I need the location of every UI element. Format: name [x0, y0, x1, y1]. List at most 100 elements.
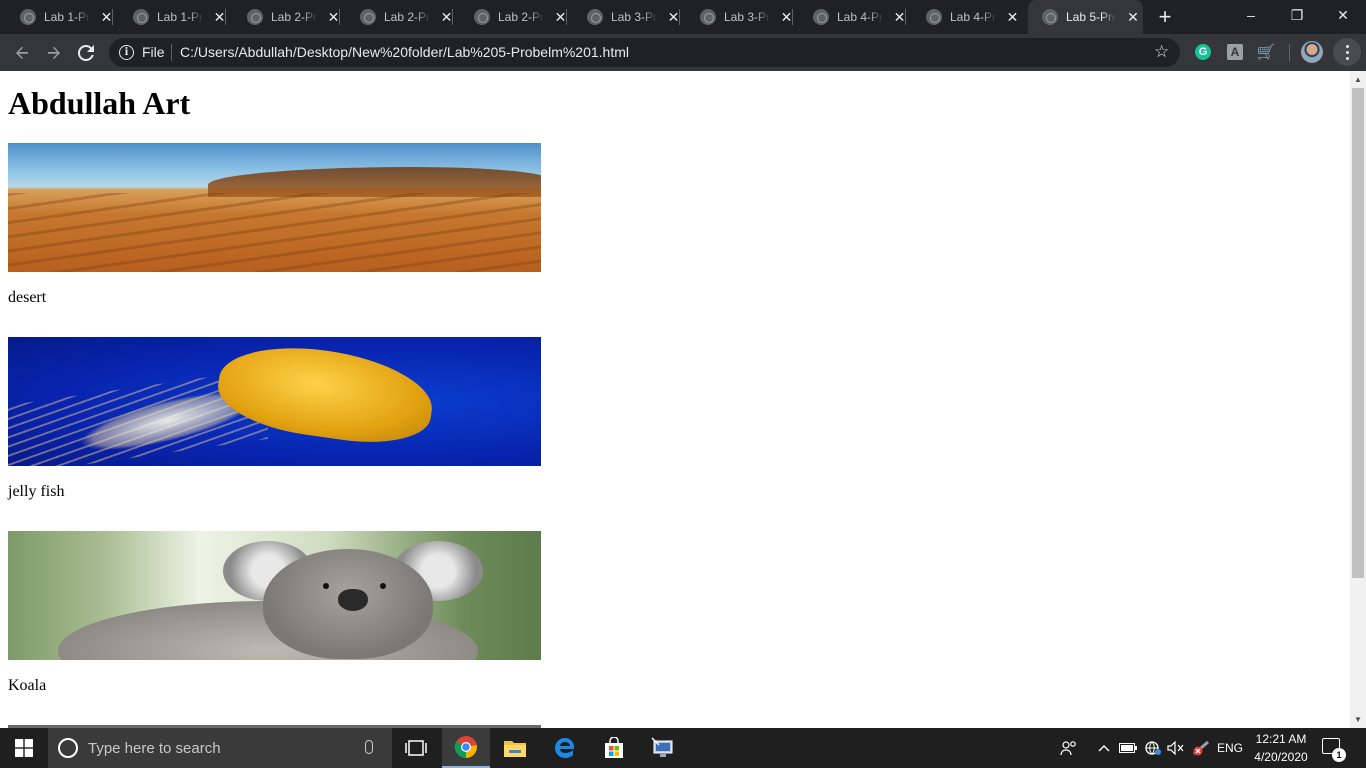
- page-heading: Abdullah Art: [8, 85, 191, 121]
- globe-icon: [360, 9, 376, 25]
- network-app-button[interactable]: [639, 728, 687, 768]
- tab-title: Lab 4-Pro: [837, 10, 884, 24]
- scroll-up-arrow-icon[interactable]: ▲: [1350, 71, 1366, 88]
- task-view-icon: [405, 740, 427, 756]
- url-text[interactable]: C:/Users/Abdullah/Desktop/New%20folder/L…: [180, 44, 629, 60]
- chrome-menu-button[interactable]: [1333, 38, 1361, 66]
- windows-logo-icon: [15, 739, 33, 757]
- globe-icon: [926, 9, 942, 25]
- reload-button[interactable]: [72, 39, 100, 67]
- cart-extension-icon[interactable]: 🛒: [1257, 44, 1276, 61]
- menu-dot: [1345, 56, 1349, 60]
- network-tray-button[interactable]: [1142, 728, 1164, 768]
- page-content: Abdullah Art desert jelly fish Koala: [0, 71, 1350, 728]
- info-icon[interactable]: i: [119, 45, 134, 60]
- globe-icon: [1042, 9, 1058, 25]
- image-caption: jelly fish: [8, 483, 65, 500]
- show-hidden-icons-button[interactable]: [1094, 728, 1114, 768]
- koala-image: [8, 531, 541, 660]
- koala-eye: [323, 583, 329, 589]
- file-explorer-icon: [504, 741, 526, 757]
- vertical-scrollbar[interactable]: ▲ ▼: [1350, 71, 1366, 728]
- tab-title: Lab 2-Pro: [271, 10, 318, 24]
- tab[interactable]: Lab 4-Pro ✕: [906, 0, 1019, 34]
- edge-button[interactable]: [541, 728, 589, 768]
- tab-separator: [225, 9, 226, 25]
- scroll-down-arrow-icon[interactable]: ▼: [1350, 711, 1366, 728]
- people-button[interactable]: [1058, 728, 1080, 768]
- forward-button[interactable]: [40, 39, 68, 67]
- network-app-icon: [651, 737, 673, 757]
- clock-time: 12:21 AM: [1255, 732, 1307, 746]
- globe-icon: [474, 9, 490, 25]
- notification-count-badge: 1: [1332, 748, 1346, 762]
- koala-nose: [338, 589, 368, 611]
- tab-title: Lab 3-Pro: [724, 10, 771, 24]
- tab-strip: Lab 1-Pro ✕ Lab 1-Pro ✕ Lab 2-Pro ✕ Lab …: [0, 0, 1366, 34]
- tab[interactable]: Lab 2-Pro ✕: [340, 0, 453, 34]
- edge-icon: [555, 738, 574, 758]
- globe-icon: [247, 9, 263, 25]
- windows-taskbar: Type here to search ENG 12:21 AM 4/20/20…: [0, 728, 1366, 768]
- tab-title: Lab 3-Pro: [611, 10, 658, 24]
- tab[interactable]: Lab 2-Pro ✕: [454, 0, 567, 34]
- microphone-icon[interactable]: [365, 740, 373, 754]
- close-tab-icon[interactable]: ✕: [1126, 10, 1140, 24]
- minimize-button[interactable]: –: [1228, 0, 1274, 30]
- globe-icon: [813, 9, 829, 25]
- new-tab-button[interactable]: +: [1153, 4, 1177, 29]
- tab[interactable]: Lab 1-Pro ✕: [0, 0, 113, 34]
- profile-avatar[interactable]: [1301, 41, 1323, 63]
- back-button[interactable]: [8, 39, 36, 67]
- antivirus-button[interactable]: [1190, 728, 1212, 768]
- tab[interactable]: Lab 3-Pro ✕: [567, 0, 680, 34]
- tab[interactable]: Lab 1-Pro ✕: [113, 0, 226, 34]
- tab-active[interactable]: Lab 5-Pro ✕: [1028, 0, 1143, 34]
- grammarly-extension-icon[interactable]: G: [1195, 44, 1211, 60]
- arrow-left-icon: [16, 46, 28, 59]
- scrollbar-thumb[interactable]: [1352, 88, 1364, 578]
- menu-dot: [1345, 44, 1349, 48]
- close-window-button[interactable]: ✕: [1320, 0, 1366, 30]
- scheme-label: File: [142, 44, 165, 60]
- tab-title: Lab 2-Pro: [498, 10, 545, 24]
- start-button[interactable]: [0, 728, 48, 768]
- battery-button[interactable]: [1118, 728, 1138, 768]
- task-view-button[interactable]: [392, 728, 440, 768]
- globe-icon: [700, 9, 716, 25]
- browser-toolbar: i File C:/Users/Abdullah/Desktop/New%20f…: [0, 34, 1366, 71]
- taskbar-clock[interactable]: 12:21 AM 4/20/2020: [1248, 730, 1314, 766]
- tab-title: Lab 4-Pro: [950, 10, 997, 24]
- tab[interactable]: Lab 4-Pro ✕: [793, 0, 906, 34]
- globe-icon: [587, 9, 603, 25]
- globe-icon: [20, 9, 36, 25]
- people-icon: [1060, 741, 1076, 756]
- taskbar-search-box[interactable]: Type here to search: [48, 728, 392, 768]
- arrow-right-icon: [48, 46, 60, 59]
- chrome-taskbar-button[interactable]: [442, 728, 490, 768]
- tab-title: Lab 2-Pro: [384, 10, 431, 24]
- volume-button[interactable]: [1166, 728, 1186, 768]
- file-explorer-button[interactable]: [491, 728, 539, 768]
- tab[interactable]: Lab 2-Pro ✕: [227, 0, 340, 34]
- image-caption: Koala: [8, 677, 47, 694]
- chrome-icon: [454, 736, 477, 758]
- tab-title: Lab 1-Pro: [44, 10, 91, 24]
- tab[interactable]: Lab 3-Pro ✕: [680, 0, 793, 34]
- globe-icon: [133, 9, 149, 25]
- language-indicator[interactable]: ENG: [1214, 728, 1246, 768]
- store-button[interactable]: [590, 728, 638, 768]
- bookmark-star-icon[interactable]: ☆: [1154, 42, 1169, 62]
- store-icon: [605, 737, 623, 758]
- close-tab-icon[interactable]: ✕: [1006, 10, 1019, 24]
- omnibox-separator: [171, 44, 172, 61]
- antivirus-icon: [1193, 740, 1209, 756]
- clock-date: 4/20/2020: [1254, 750, 1308, 764]
- menu-dot: [1345, 50, 1349, 54]
- address-bar[interactable]: i File C:/Users/Abdullah/Desktop/New%20f…: [109, 38, 1180, 67]
- extension-a-icon[interactable]: A: [1227, 44, 1243, 60]
- reload-icon: [78, 45, 94, 61]
- network-icon: [1145, 741, 1161, 755]
- cortana-icon: [58, 738, 78, 758]
- restore-button[interactable]: ❐: [1274, 0, 1320, 30]
